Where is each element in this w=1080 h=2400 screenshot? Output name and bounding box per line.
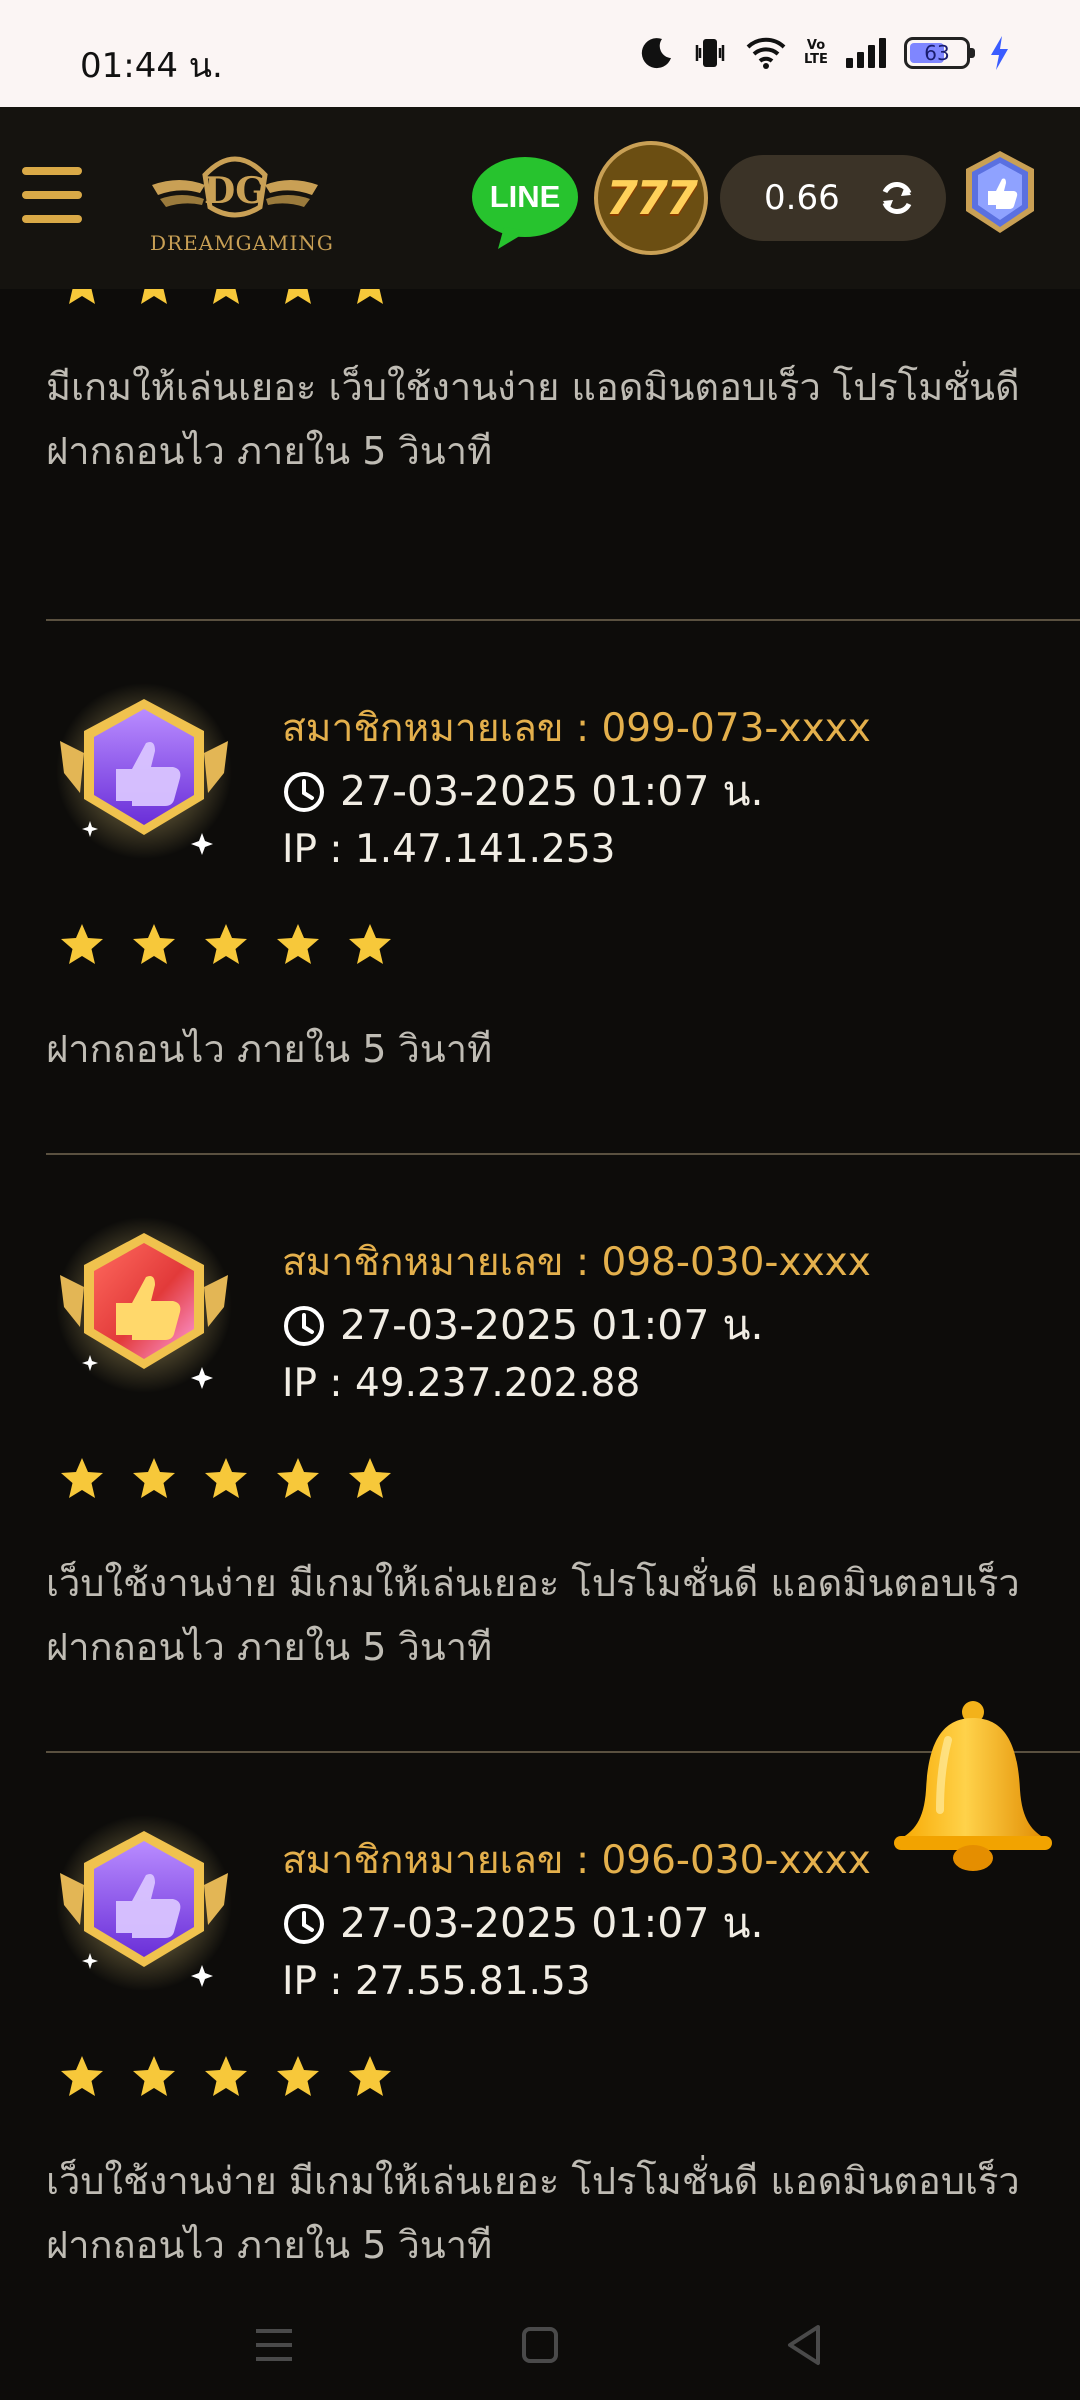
review-text: ฝากถอนไว ภายใน 5 วินาที [46, 429, 493, 473]
charging-icon [991, 36, 1008, 70]
review-ip: IP : 1.47.141.253 [282, 827, 616, 872]
slot-777-label: 777 [605, 171, 698, 225]
thumbs-up-badge-icon [56, 1815, 232, 1991]
review-text: ฝากถอนไว ภายใน 5 วินาที [46, 2223, 493, 2267]
review-rating [58, 921, 394, 969]
hamburger-menu-icon [22, 167, 82, 175]
app-header: DG DREAMGAMING LINE 777 0.66 [0, 107, 1080, 289]
status-icons: Vo LTE 63 [640, 30, 1010, 76]
member-number: สมาชิกหมายเลข : 099-073-xxxx [282, 706, 871, 751]
star-icon [61, 2056, 103, 2096]
review-time-row: 27-03-2025 01:07 น. [282, 1293, 764, 1358]
review-ip: IP : 49.237.202.88 [282, 1361, 641, 1406]
clock-icon [284, 771, 324, 812]
user-rank-badge-icon[interactable] [962, 149, 1038, 235]
balance-value: 0.66 [764, 178, 840, 218]
svg-text:DG: DG [204, 170, 266, 212]
review-text: เว็บใช้งานง่าย มีเกมให้เล่นเยอะ โปรโมชั่… [46, 2159, 1020, 2203]
member-number: สมาชิกหมายเลข : 098-030-xxxx [282, 1240, 871, 1285]
hamburger-menu-icon-bar [22, 215, 82, 223]
clock-icon [284, 1305, 324, 1346]
star-icon [61, 1458, 103, 1498]
star-icon [277, 2056, 319, 2096]
bell-icon[interactable] [890, 1700, 1056, 1872]
battery-text: 63 [924, 41, 950, 65]
review-rating [58, 2053, 394, 2101]
refresh-icon[interactable] [878, 179, 916, 217]
star-icon [205, 924, 247, 964]
slot-games-button[interactable]: 777 [594, 141, 708, 255]
review-time-row: 27-03-2025 01:07 น. [282, 1891, 764, 1956]
moon-icon [641, 38, 671, 69]
review-rating [58, 1455, 394, 1503]
review-text: มีเกมให้เล่นเยอะ เว็บใช้งานง่าย แอดมินตอ… [46, 365, 1020, 409]
review-time: 27-03-2025 01:07 น. [340, 767, 764, 815]
star-icon [277, 1458, 319, 1498]
star-icon [277, 924, 319, 964]
review-ip: IP : 27.55.81.53 [282, 1959, 591, 2004]
star-icon [205, 2056, 247, 2096]
star-icon [133, 1458, 175, 1498]
clock-icon [284, 1903, 324, 1944]
line-label: LINE [489, 179, 561, 214]
system-nav-bar [0, 2289, 1080, 2400]
volte-indicator: Vo LTE [804, 38, 828, 67]
hamburger-menu-icon-bar [22, 191, 82, 199]
star-icon [205, 1458, 247, 1498]
wifi-icon [746, 37, 786, 69]
signal-icon [846, 38, 886, 68]
recent-apps-icon[interactable] [246, 2317, 302, 2373]
star-icon [61, 924, 103, 964]
review-time-row: 27-03-2025 01:07 น. [282, 759, 764, 824]
menu-button[interactable] [22, 167, 82, 229]
back-icon[interactable] [778, 2317, 834, 2373]
home-icon[interactable] [512, 2317, 568, 2373]
star-icon [133, 924, 175, 964]
thumbs-up-badge-icon [56, 1217, 232, 1393]
logo-text: DREAMGAMING [150, 231, 334, 255]
vibrate-icon [695, 39, 725, 67]
review-divider [46, 619, 1080, 621]
reviews-list: มีเกมให้เล่นเยอะ เว็บใช้งานง่าย แอดมินตอ… [0, 264, 1080, 2289]
status-time: 01:44 น. [80, 46, 223, 86]
star-icon [349, 1458, 391, 1498]
review-time: 27-03-2025 01:07 น. [340, 1899, 764, 1947]
dreamgaming-logo[interactable]: DG DREAMGAMING [150, 145, 334, 255]
line-button[interactable]: LINE [470, 155, 580, 251]
battery-icon: 63 [904, 37, 975, 69]
logo-emblem-icon: DG [152, 156, 318, 218]
star-icon [133, 2056, 175, 2096]
review-text: ฝากถอนไว ภายใน 5 วินาที [46, 1027, 493, 1071]
review-text: ฝากถอนไว ภายใน 5 วินาที [46, 1625, 493, 1669]
balance-display: 0.66 [720, 155, 946, 241]
battery-tip [970, 48, 975, 58]
thumbs-up-badge-icon [56, 683, 232, 859]
review-time: 27-03-2025 01:07 น. [340, 1301, 764, 1349]
member-number: สมาชิกหมายเลข : 096-030-xxxx [282, 1838, 871, 1883]
star-icon [349, 924, 391, 964]
review-text: เว็บใช้งานง่าย มีเกมให้เล่นเยอะ โปรโมชั่… [46, 1561, 1020, 1605]
star-icon [349, 2056, 391, 2096]
review-divider [46, 1153, 1080, 1155]
status-bar: 01:44 น. Vo LTE 63 [0, 0, 1080, 107]
